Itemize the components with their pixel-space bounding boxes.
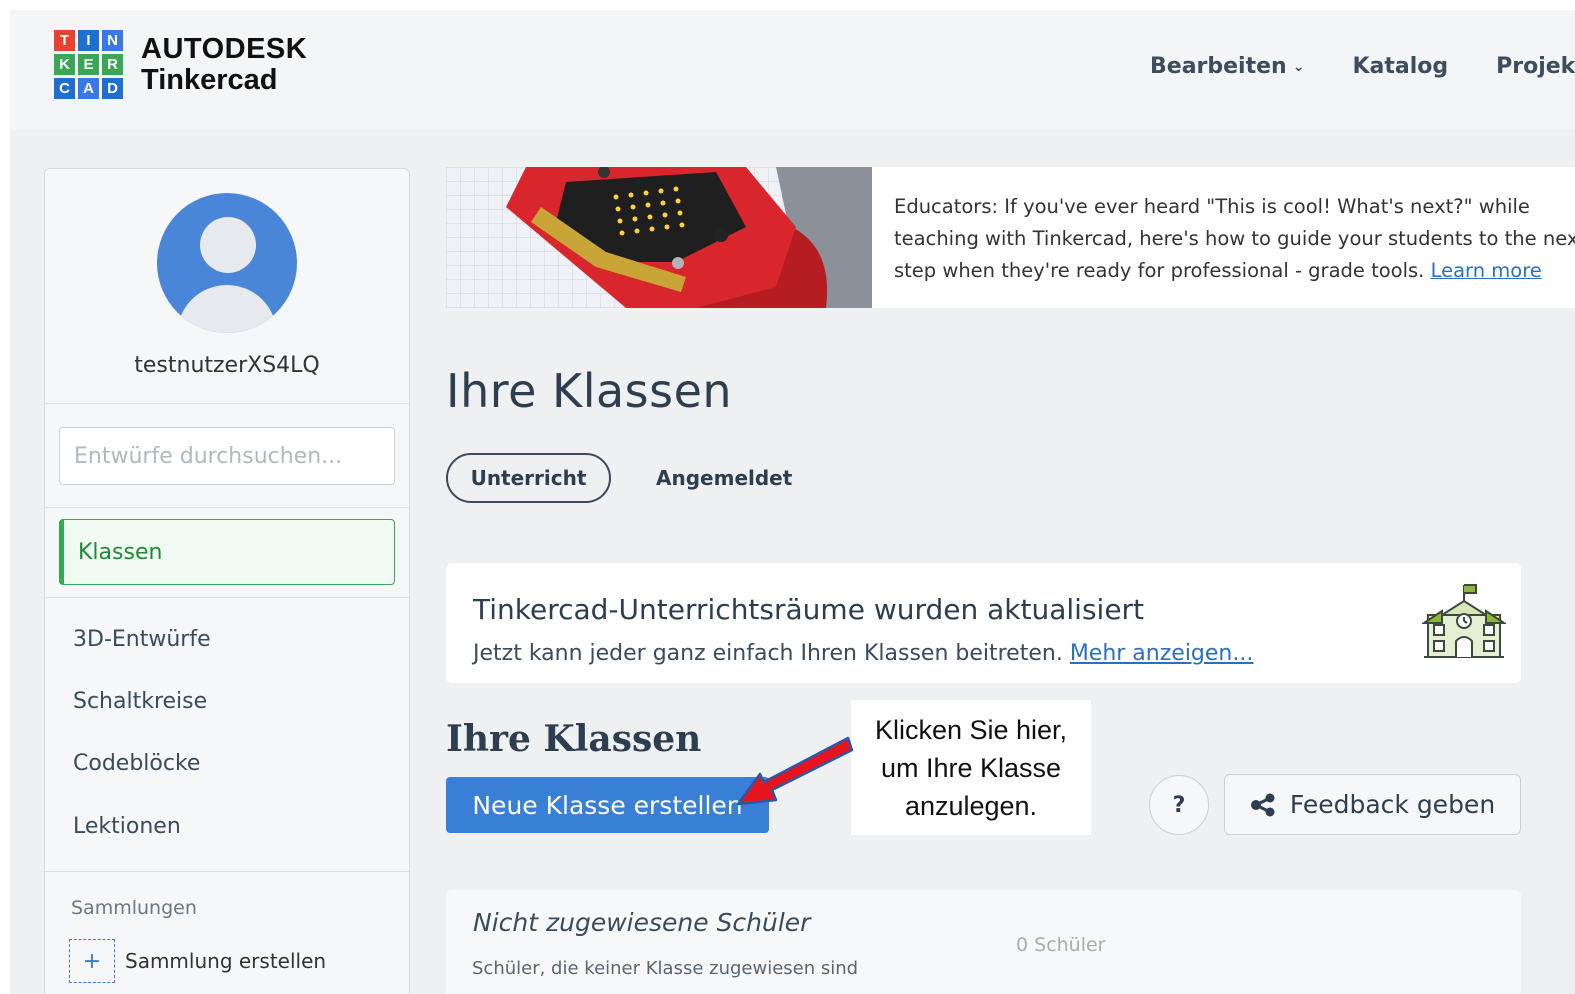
logo-letter: C (54, 78, 75, 99)
logo-letter: N (102, 30, 123, 51)
create-collection-label: Sammlung erstellen (125, 949, 327, 973)
username: testnutzerXS4LQ (134, 353, 320, 378)
nav-bearbeiten[interactable]: Bearbeiten ⌄ (1150, 54, 1304, 79)
nav-katalog[interactable]: Katalog (1352, 54, 1448, 79)
annotation-callout: Klicken Sie hier, um Ihre Klasse anzuleg… (851, 700, 1091, 835)
feedback-button-label: Feedback geben (1289, 790, 1496, 819)
tinkercad-logo[interactable]: T I N K E R C A D AUTODESK Tinkercad (54, 30, 307, 99)
nav-projekt-label: Projekt (1496, 54, 1575, 79)
unassigned-title: Nicht zugewiesene Schüler (473, 908, 811, 937)
banner-line-2: teaching with Tinkercad, here's how to g… (894, 227, 1575, 250)
update-notice-card: Tinkercad-Unterrichtsräume wurden aktual… (446, 563, 1521, 683)
update-notice-title: Tinkercad-Unterrichtsräume wurden aktual… (473, 593, 1145, 626)
plus-icon: + (69, 939, 115, 983)
brand-autodesk: AUTODESK (141, 32, 308, 65)
microbit-banner-image (446, 167, 872, 308)
sidebar-item-klassen[interactable]: Klassen (59, 519, 395, 585)
divider (45, 507, 409, 508)
search-input[interactable] (59, 427, 395, 485)
banner-line-1: Educators: If you've ever heard "This is… (894, 195, 1530, 218)
top-header: T I N K E R C A D AUTODESK Tinkercad Bea… (10, 10, 1575, 130)
unassigned-subtitle: Schüler, die keiner Klasse zugewiesen si… (472, 958, 859, 979)
tab-unterricht[interactable]: Unterricht (446, 453, 611, 503)
divider (45, 597, 409, 598)
logo-letter: A (78, 78, 99, 99)
nav-bearbeiten-label: Bearbeiten (1150, 54, 1287, 79)
banner-text: Educators: If you've ever heard "This is… (894, 191, 1575, 287)
logo-letter: R (102, 54, 123, 75)
page: T I N K E R C A D AUTODESK Tinkercad Bea… (10, 10, 1575, 994)
unassigned-students-card[interactable]: Nicht zugewiesene Schüler 0 Schüler Schü… (446, 890, 1521, 994)
annotation-arrow-icon (736, 736, 854, 806)
learn-more-link[interactable]: Learn more (1431, 259, 1542, 282)
logo-letter: D (102, 78, 123, 99)
logo-letter: I (78, 30, 99, 51)
top-nav: Bearbeiten ⌄ Katalog Projekt (1150, 54, 1575, 79)
avatar[interactable] (157, 193, 297, 333)
divider (45, 403, 409, 404)
sidebar: testnutzerXS4LQ Klassen 3D-Entwürfe Scha… (44, 168, 410, 994)
sidebar-item-lektionen[interactable]: Lektionen (73, 814, 181, 839)
share-icon (1250, 793, 1275, 816)
nav-katalog-label: Katalog (1352, 54, 1449, 79)
logo-grid: T I N K E R C A D (54, 30, 123, 99)
educator-banner: Educators: If you've ever heard "This is… (446, 167, 1575, 308)
mehr-anzeigen-link[interactable]: Mehr anzeigen... (1070, 641, 1254, 666)
chevron-down-icon: ⌄ (1292, 58, 1305, 75)
logo-wordmark: AUTODESK Tinkercad (141, 32, 308, 96)
update-notice-body: Jetzt kann jeder ganz einfach Ihren Klas… (473, 641, 1063, 666)
logo-letter: E (78, 54, 99, 75)
tab-angemeldet[interactable]: Angemeldet (656, 466, 792, 490)
update-notice-text: Jetzt kann jeder ganz einfach Ihren Klas… (473, 641, 1253, 666)
section-title: Ihre Klassen (446, 718, 702, 760)
student-count: 0 Schüler (1016, 934, 1106, 956)
callout-line: um Ihre Klasse (880, 752, 1062, 783)
avatar-head-shape (200, 217, 256, 273)
sidebar-item-schaltkreise[interactable]: Schaltkreise (73, 689, 207, 714)
callout-line: Klicken Sie hier, (874, 714, 1068, 745)
sidebar-item-codebloecke[interactable]: Codeblöcke (73, 751, 200, 776)
new-class-button[interactable]: Neue Klasse erstellen (446, 777, 769, 833)
help-button[interactable]: ? (1149, 775, 1209, 835)
brand-tinkercad: Tinkercad (141, 63, 278, 96)
nav-projekt[interactable]: Projekt (1496, 54, 1575, 79)
logo-letter: T (54, 30, 75, 51)
divider (45, 871, 409, 872)
feedback-button[interactable]: Feedback geben (1224, 774, 1521, 835)
avatar-body-shape (177, 285, 277, 333)
create-collection-button[interactable]: + Sammlung erstellen (69, 939, 326, 983)
collections-heading: Sammlungen (71, 897, 197, 919)
banner-line-3-text: step when they're ready for professional… (894, 259, 1425, 282)
page-title: Ihre Klassen (446, 364, 733, 418)
callout-line: anzulegen. (904, 790, 1038, 821)
sidebar-item-3d-entwuerfe[interactable]: 3D-Entwürfe (73, 627, 211, 652)
logo-letter: K (54, 54, 75, 75)
school-icon (1422, 584, 1506, 658)
banner-line-3: step when they're ready for professional… (894, 255, 1575, 287)
